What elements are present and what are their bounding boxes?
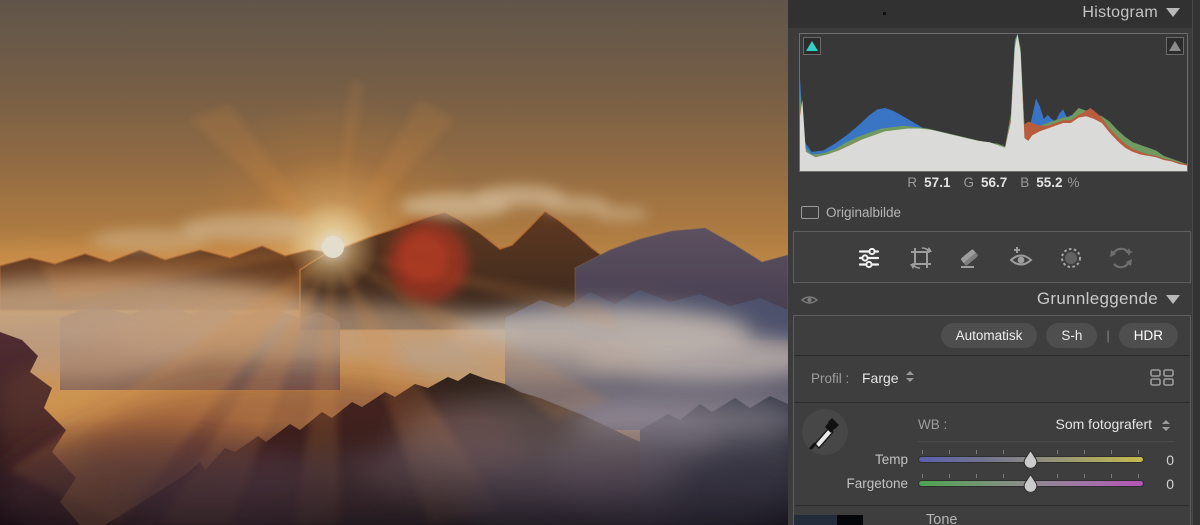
wb-select[interactable]: Som fotografert [1056,416,1153,432]
wb-stepper-icon[interactable] [1162,420,1170,431]
tint-thumb[interactable] [1023,474,1038,492]
profile-value: Farge [862,370,899,386]
profile-select[interactable]: Farge [862,370,914,386]
panel-toggle-eye-icon[interactable] [801,294,818,306]
histogram-header[interactable]: Histogram [788,0,1192,28]
develop-right-panel: Histogram R 57.1 G 56.7 B 55.2% Originalbilde [788,0,1200,525]
hdr-button[interactable]: HDR [1119,323,1178,348]
r-value: 57.1 [924,175,950,190]
tint-slider-row: Fargetone 0 [794,472,1190,496]
highlight-clipping-icon [1169,41,1181,51]
tone-section-header: Tone [794,506,1190,525]
tint-slider[interactable] [918,472,1144,496]
basic-buttons-row: Automatisk S-h | HDR [794,316,1190,356]
original-label: Originalbilde [826,205,901,220]
temp-slider[interactable] [918,448,1144,472]
highlight-clipping-button[interactable] [1166,37,1184,55]
temp-thumb[interactable] [1023,450,1038,468]
original-checkbox[interactable] [801,206,819,219]
temp-slider-row: Temp 0 [794,448,1190,472]
g-value: 56.7 [981,175,1007,190]
basic-collapse-caret-icon[interactable] [1166,295,1180,304]
auto-button[interactable]: Automatisk [941,323,1038,348]
original-photo-row[interactable]: Originalbilde [801,202,901,222]
histogram-box[interactable] [799,33,1188,172]
percent-unit: % [1068,175,1080,190]
edit-sliders-icon[interactable] [856,245,882,271]
crop-icon[interactable] [908,245,934,271]
artifact-dot [883,12,886,15]
basic-panel-header[interactable]: Grunnleggende [788,286,1192,314]
tool-strip [793,231,1191,283]
tint-label: Fargetone [794,476,908,491]
basic-panel-title: Grunnleggende [1037,289,1158,309]
g-label: G [963,175,974,190]
panel-edge-strip[interactable] [1192,0,1200,525]
healing-eraser-icon[interactable] [956,245,982,271]
b-label: B [1020,175,1029,190]
temp-value[interactable]: 0 [1166,452,1174,468]
shadow-clipping-button[interactable] [803,37,821,55]
wb-divider [918,441,1174,442]
temp-label: Temp [794,452,908,467]
histogram-chart [800,34,1187,171]
tone-partial-element [794,515,863,525]
wb-label: WB : [918,417,947,432]
stepper-icon [906,371,914,382]
b-value: 55.2 [1036,175,1062,190]
r-label: R [907,175,917,190]
shadow-clipping-icon [806,41,818,51]
histogram-title: Histogram [1082,4,1158,22]
sync-icon[interactable] [1108,245,1134,271]
photo-canvas[interactable] [0,0,788,525]
tint-value[interactable]: 0 [1166,476,1174,492]
white-balance-section: WB : Som fotografert Temp 0 [794,403,1190,506]
button-separator: | [1106,328,1109,343]
red-eye-icon[interactable] [1008,245,1034,271]
basic-panel-body: Automatisk S-h | HDR Profil : Farge [793,315,1191,525]
rgb-readout: R 57.1 G 56.7 B 55.2% [799,175,1188,195]
sunset-mountains-photo [0,0,788,525]
profile-browser-grid-icon[interactable] [1150,369,1174,386]
tone-title: Tone [926,512,957,525]
collapse-caret-icon[interactable] [1166,8,1180,17]
masking-icon[interactable] [1058,245,1084,271]
bw-button[interactable]: S-h [1046,323,1097,348]
profile-row: Profil : Farge [794,356,1190,403]
profile-label: Profil : [811,371,849,386]
lightroom-develop-screen: Histogram R 57.1 G 56.7 B 55.2% Originalbilde [0,0,1200,525]
